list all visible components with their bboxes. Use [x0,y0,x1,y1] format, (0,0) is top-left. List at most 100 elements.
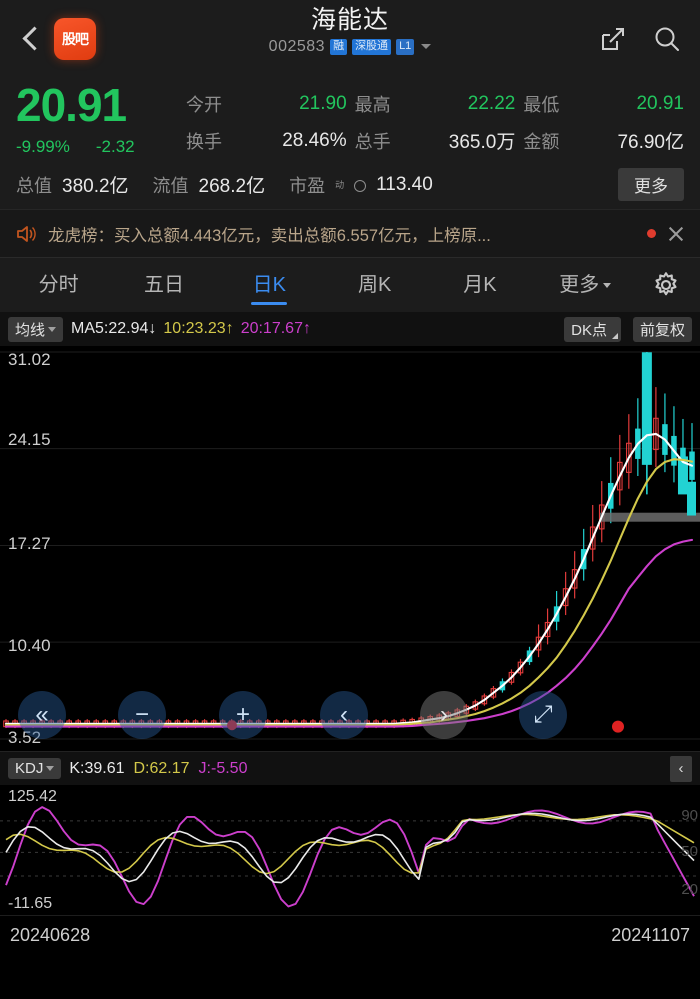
chart-period-tabs: 分时 五日 日K 周K 月K 更多 [0,257,700,312]
ma10-value: 10:23.23↑ [163,320,234,337]
tab-monthly-k-label: 月K [463,273,497,296]
low-value: 20.91 [636,93,684,114]
news-banner[interactable]: 龙虎榜：买入总额4.443亿元，卖出总额6.557亿元，上榜原... [0,209,700,257]
quote-panel: 20.91 -9.99% -2.32 今开 21.90 最高 22.22 最低 … [0,78,700,209]
quote-row-3: 总值 380.2亿 流值 268.2亿 市盈 动 113.40 更多 [16,168,684,201]
dk-point-label: DK点 [571,321,607,339]
turnover-label: 换手 [186,131,222,152]
ma-selector-label: 均线 [15,321,46,339]
kdj-legend: K:39.61 D:62.17 J:-5.50 [69,760,247,778]
close-icon[interactable] [666,224,686,244]
more-button[interactable]: 更多 [618,168,684,201]
app-header: 股吧 海能达 002583 融 深股通 L1 [0,0,700,78]
mktcap-label: 总值 [16,175,52,196]
stock-code: 002583 [268,37,326,55]
floatcap-label: 流值 [152,175,189,196]
code-row: 002583 融 深股通 L1 [0,38,700,56]
news-text[interactable]: 龙虎榜：买入总额4.443亿元，卖出总额6.557亿元，上榜原... [48,222,637,246]
adjust-button[interactable]: 前复权 [632,316,692,342]
tab-monthly-k[interactable]: 月K [427,258,532,313]
date-axis: 20240628 20241107 [0,915,700,955]
floatcap-value: 268.2亿 [198,176,266,197]
badge-connect[interactable]: 深股通 [352,38,392,55]
change-percent: -9.99% [16,137,70,156]
fullscreen-glyph: ⤢ [533,701,553,728]
gear-icon[interactable] [638,270,694,300]
prev-button[interactable]: ‹ [320,691,368,739]
chevron-left-icon[interactable]: ‹ [670,755,692,782]
news-alert-dot [647,229,656,238]
open-value: 21.90 [299,93,347,114]
kdj-grid-label-20: 20 [681,881,698,898]
adjust-label: 前复权 [639,321,685,339]
pe-value: 113.40 [376,173,433,195]
kdj-bottom-label: -11.65 [8,895,53,912]
kdj-j-value: J:-5.50 [198,759,248,777]
jump-back-button[interactable]: « [18,691,66,739]
info-icon[interactable] [354,179,367,192]
tab-daily-k[interactable]: 日K [217,258,322,313]
ma5-value: MA5:22.94↓ [71,320,157,337]
tab-more[interactable]: 更多 [533,258,638,313]
ma-legend: MA5:22.94↓ 10:23.23↑ 20:17.67↑ [71,320,311,338]
next-glyph: › [440,701,448,728]
candlestick-svg [0,351,700,740]
kdj-selector-button[interactable]: KDJ [8,758,62,779]
date-start: 20240628 [10,925,91,945]
last-price: 20.91 [16,79,127,131]
tab-five-day[interactable]: 五日 [111,258,216,313]
zoom-out-button[interactable]: − [118,691,166,739]
next-button[interactable]: › [420,691,468,739]
prev-glyph: ‹ [340,701,348,728]
ma-selector-button[interactable]: 均线 [8,316,64,342]
amount-label: 金额 [523,131,560,152]
title-block: 海能达 002583 融 深股通 L1 [0,6,700,56]
ma20-value: 20:17.67↑ [240,320,311,337]
change-row: -9.99% -2.32 [16,137,186,157]
kdj-k-value: K:39.61 [69,759,125,777]
turnover-value: 28.46% [282,129,347,151]
chart-toolbar: 均线 MA5:22.94↓ 10:23.23↑ 20:17.67↑ DK点 前复… [0,312,700,346]
chevron-down-icon [48,326,57,332]
price-column: 20.91 -9.99% -2.32 [16,82,186,157]
tab-weekly-k[interactable]: 周K [322,258,427,313]
page-title: 海能达 [310,6,389,34]
kdj-grid-label-90: 90 [681,807,698,824]
kdj-svg [0,806,700,908]
chevron-down-icon [603,282,612,288]
high-label: 最高 [354,95,391,115]
tab-five-day-label: 五日 [143,273,184,296]
kdj-selector-label: KDJ [15,760,44,777]
tab-minute-label: 分时 [38,273,79,296]
badge-margin[interactable]: 融 [330,38,348,55]
chevron-down-icon [46,766,55,771]
kdj-toolbar: KDJ K:39.61 D:62.17 J:-5.50 ‹ [0,751,700,785]
pe-superscript: 动 [335,180,345,190]
volume-value: 365.0万 [448,132,516,153]
tab-minute[interactable]: 分时 [6,258,111,313]
speaker-icon[interactable] [14,222,38,246]
volume-label: 总手 [354,131,391,152]
zoom-in-glyph: + [235,701,250,728]
search-icon[interactable] [652,24,682,54]
pe-label: 市盈 [289,175,326,196]
chevron-down-icon[interactable] [421,44,432,50]
tab-daily-k-label: 日K [252,273,286,296]
share-icon[interactable] [598,24,628,54]
toolbar-right: DK点 前复权 [564,316,692,342]
zoom-in-button[interactable]: + [219,691,267,739]
quote-main: 20.91 -9.99% -2.32 今开 21.90 最高 22.22 最低 … [16,82,684,157]
kdj-chart[interactable]: 125.42 -11.65 90 50 20 [0,785,700,915]
kdj-grid-label-50: 50 [681,843,698,860]
amount-value: 76.90亿 [617,132,684,153]
stats-grid: 今开 21.90 最高 22.22 最低 20.91 换手 28.46% 总手 … [186,82,684,154]
dk-point-button[interactable]: DK点 [564,316,621,342]
badge-level[interactable]: L1 [396,38,415,55]
kdj-top-label: 125.42 [8,788,57,805]
candlestick-chart[interactable]: 31.02 24.15 17.27 10.40 3.52 « − + ‹ › ⤢ [0,346,700,751]
fullscreen-button[interactable]: ⤢ [519,691,567,739]
mktcap-value: 380.2亿 [62,176,129,197]
tab-weekly-k-label: 周K [357,273,392,296]
low-label: 最低 [523,95,560,115]
zoom-out-glyph: − [134,701,149,728]
